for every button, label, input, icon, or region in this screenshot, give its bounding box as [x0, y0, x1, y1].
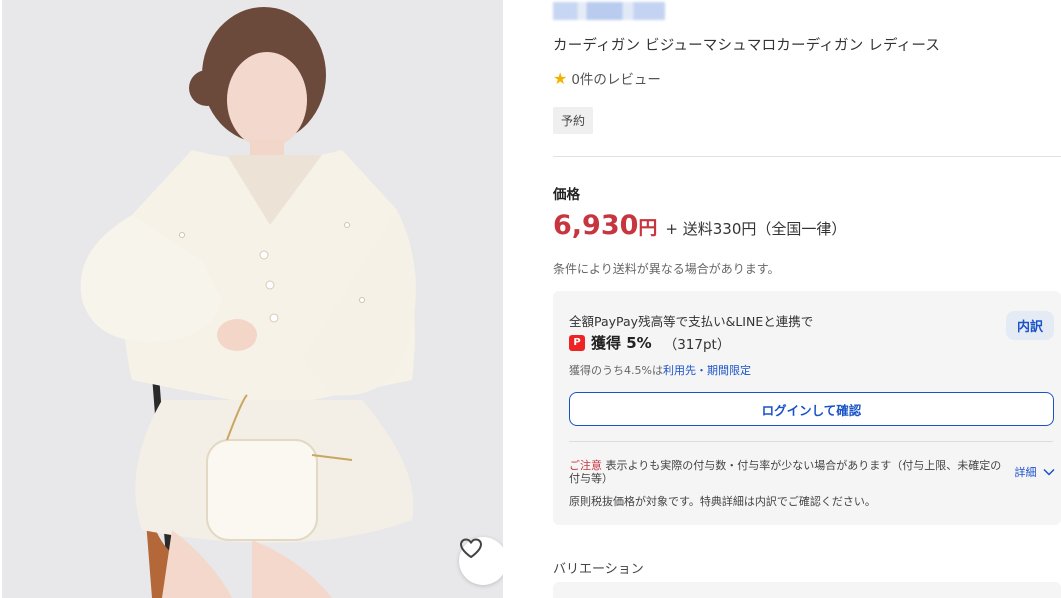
points-subnote: 獲得のうち4.5%は利用先・期間限定: [569, 362, 751, 378]
breakdown-button[interactable]: 内訳: [1005, 311, 1054, 340]
shipping-fee: + 送料330円（全国一律）: [665, 220, 847, 238]
points-subnote-prefix: 獲得のうち4.5%は: [569, 364, 663, 377]
caution-tag: ご注意: [569, 459, 602, 472]
caution-body: 表示よりも実際の付与数・付与率が少ない場合があります（付与上限、未確定の付与等）: [569, 459, 1002, 485]
product-photo: [2, 0, 503, 598]
detail-label: 詳細: [1014, 466, 1037, 479]
heart-icon: [460, 538, 482, 558]
price-row: 6,930 円 + 送料330円（全国一律）: [553, 210, 846, 241]
variation-label: バリエーション: [553, 562, 644, 577]
points-rate-row: P 獲得 5% （317pt）: [569, 332, 730, 353]
reservation-badge: 予約: [553, 107, 594, 134]
price-label: 価格: [553, 187, 580, 203]
review-summary[interactable]: ★ 0件のレビュー: [553, 68, 661, 89]
detail-toggle[interactable]: 詳細: [1015, 464, 1056, 480]
shipping-note: 条件により送料が異なる場合があります。: [553, 262, 780, 276]
favorite-button[interactable]: [459, 537, 503, 585]
points-divider: [569, 441, 1053, 442]
price-currency: 円: [638, 217, 658, 239]
section-divider: [553, 156, 1061, 157]
product-title: カーディガン ビジューマシュマロカーディガン レディース: [553, 38, 941, 54]
chevron-down-icon: [1043, 468, 1055, 476]
price-amount: 6,930: [553, 210, 639, 241]
paypay-icon: P: [569, 334, 585, 351]
product-info: カーディガン ビジューマシュマロカーディガン レディース ★ 0件のレビュー 予…: [553, 0, 1061, 598]
star-icon: ★: [553, 68, 568, 88]
points-box: 全額PayPay残高等で支払い&LINEと連携で 内訳 P 獲得 5% （317…: [553, 291, 1061, 525]
usage-limit-link[interactable]: 利用先・期間限定: [663, 364, 751, 377]
points-amount: （317pt）: [663, 336, 731, 353]
points-heading: 全額PayPay残高等で支払い&LINEと連携で: [569, 314, 814, 329]
variation-box: [553, 582, 1061, 598]
review-count: 0件のレビュー: [571, 72, 661, 88]
store-name-blurred[interactable]: [553, 2, 665, 20]
product-image[interactable]: [2, 0, 503, 598]
login-confirm-button[interactable]: ログインして確認: [569, 392, 1054, 426]
points-rate: 獲得 5%: [591, 334, 652, 352]
caution-text: ご注意 表示よりも実際の付与数・付与率が少ない場合があります（付与上限、未確定の…: [569, 459, 1007, 485]
points-footnote: 原則税抜価格が対象です。特典詳細は内訳でご確認ください。: [569, 495, 876, 508]
